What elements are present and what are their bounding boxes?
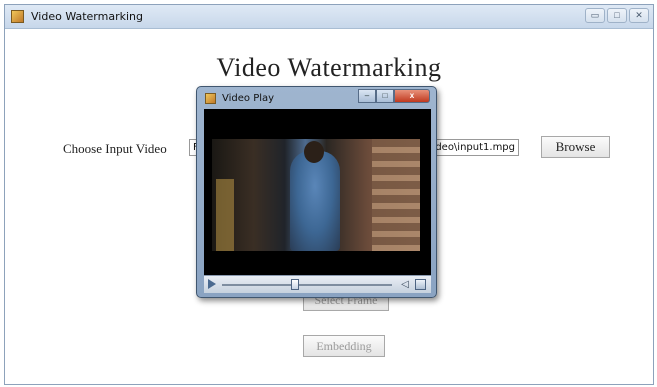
playback-controls: ◁ [204,275,431,293]
embedding-button[interactable]: Embedding [303,335,385,357]
play-icon[interactable] [208,279,216,289]
java-cup-icon [205,93,216,104]
main-titlebar[interactable]: Video Watermarking ▭ □ ✕ [5,5,653,29]
close-button[interactable]: ✕ [629,8,649,23]
dialog-title: Video Play [222,93,275,104]
page-title: Video Watermarking [216,53,442,82]
seek-slider[interactable] [222,279,392,290]
maximize-button[interactable]: □ [607,8,627,23]
video-play-dialog: Video Play – □ x ◁ [196,86,437,298]
browse-button[interactable]: Browse [541,136,610,158]
dialog-close-button[interactable]: x [394,89,430,103]
video-scene-head [304,141,324,163]
minimize-button[interactable]: ▭ [585,8,605,23]
seek-thumb[interactable] [291,279,300,290]
input-video-label: Choose Input Video [63,141,167,156]
video-frame [212,139,420,251]
dialog-minimize-button[interactable]: – [358,89,376,103]
java-cup-icon [11,10,24,23]
dialog-titlebar[interactable]: Video Play – □ x [197,87,436,109]
video-panel: ◁ [204,109,431,293]
window-controls: ▭ □ ✕ [585,8,649,23]
dialog-window-controls: – □ x [358,89,430,103]
input-path-end: deo\input1.mpg [435,142,515,153]
volume-icon[interactable]: ◁ [400,279,410,290]
control-menu-icon[interactable] [415,279,426,290]
main-window-title: Video Watermarking [31,10,143,23]
dialog-maximize-button[interactable]: □ [376,89,394,103]
video-scene-left [216,179,234,251]
video-scene-shelf [372,139,420,251]
video-scene-person [290,151,340,251]
